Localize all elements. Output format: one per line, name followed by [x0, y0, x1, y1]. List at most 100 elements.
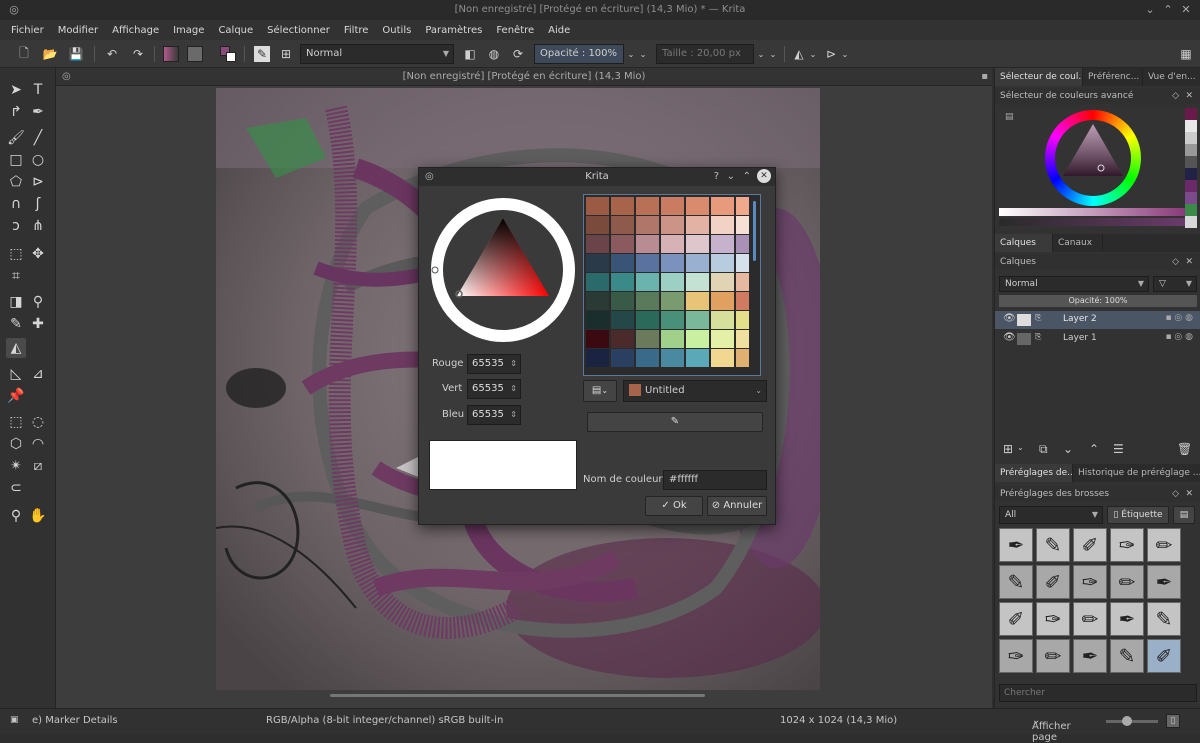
help-icon[interactable]: ?: [714, 168, 719, 186]
blend-mode-select[interactable]: Normal ▼: [300, 44, 454, 64]
document-tab[interactable]: ◎ [Non enregistré] [Protégé en écriture]…: [56, 68, 992, 86]
palette-swatch[interactable]: [636, 254, 659, 272]
brush-preset-tile[interactable]: ✏: [1147, 528, 1181, 562]
redo-icon[interactable]: ↷: [128, 44, 148, 64]
palette-swatch[interactable]: [636, 349, 659, 367]
preset-search-input[interactable]: Chercher: [999, 684, 1197, 702]
recent-color-swatch[interactable]: [1185, 144, 1197, 156]
brush-preset-tile[interactable]: ✒: [1147, 565, 1181, 599]
lightness-slider[interactable]: [999, 208, 1185, 216]
tab-overview[interactable]: Vue d'en...: [1143, 68, 1200, 86]
menu-filtre[interactable]: Filtre: [337, 25, 376, 36]
recent-color-swatch[interactable]: [1185, 156, 1197, 168]
colorize-mask-icon[interactable]: ✎: [6, 314, 26, 334]
gradient-swatch[interactable]: [162, 44, 180, 64]
red-input[interactable]: 65535 ⇕: [467, 354, 521, 374]
palette-swatch[interactable]: [736, 349, 749, 367]
brush-preset-tile[interactable]: ✎: [1110, 639, 1144, 673]
palette-swatch[interactable]: [611, 330, 634, 348]
palette-swatch[interactable]: [636, 292, 659, 310]
palette-swatch[interactable]: [736, 311, 749, 329]
freehand-brush-icon[interactable]: 🖌: [6, 128, 26, 148]
recent-color-swatch[interactable]: [1185, 132, 1197, 144]
presets-float-icon[interactable]: ◇: [1172, 486, 1179, 502]
text-tool-icon[interactable]: T: [28, 80, 48, 100]
bezier-tool-icon[interactable]: ∩: [6, 194, 26, 214]
brush-preset-tile[interactable]: ✐: [1036, 565, 1070, 599]
tab-channels[interactable]: Canaux: [1053, 234, 1103, 252]
size-slider[interactable]: Taille : 20,00 px: [656, 44, 754, 64]
mirror-horizontal-menu-icon[interactable]: ⌄: [808, 44, 818, 64]
layer-properties-icon[interactable]: ☰: [1113, 442, 1124, 456]
palette-swatch[interactable]: [586, 330, 609, 348]
brush-preset-icon[interactable]: ✎: [252, 44, 272, 64]
menu-fenetre[interactable]: Fenêtre: [489, 25, 541, 36]
menu-parametres[interactable]: Paramètres: [418, 25, 489, 36]
recent-color-swatch[interactable]: [1185, 180, 1197, 192]
canvas-horizontal-scrollbar[interactable]: [330, 694, 705, 697]
reference-tool-icon[interactable]: 📌: [6, 386, 26, 406]
brush-preset-tile[interactable]: ✑: [1110, 528, 1144, 562]
bezier-select-icon[interactable]: ⊂: [6, 478, 26, 498]
hue-ring[interactable]: [1045, 110, 1141, 206]
status-brush-icon[interactable]: ▣: [10, 715, 19, 725]
recent-color-swatch[interactable]: [1185, 192, 1197, 204]
palette-swatch[interactable]: [611, 254, 634, 272]
dialog-minimize-icon[interactable]: ⌄: [727, 168, 735, 186]
palette-swatch[interactable]: [611, 311, 634, 329]
pan-tool-icon[interactable]: ✋: [28, 506, 48, 526]
move-tool-icon[interactable]: ✥: [28, 244, 48, 264]
size-menu-icon[interactable]: ⌄: [768, 44, 778, 64]
calligraphy-icon[interactable]: ✒: [28, 102, 48, 122]
presets-view-icon[interactable]: ▤: [1173, 506, 1195, 524]
dialog-close-icon[interactable]: ✕: [757, 169, 771, 183]
zoom-mode-select[interactable]: Afficher page ⌄: [1032, 715, 1071, 743]
palette-swatch[interactable]: [686, 292, 709, 310]
ellipse-tool-icon[interactable]: ○: [28, 150, 48, 170]
brush-preset-tile[interactable]: ✎: [1147, 602, 1181, 636]
brush-preset-tile[interactable]: ✒: [1073, 639, 1107, 673]
pattern-swatch[interactable]: [186, 44, 204, 64]
open-icon[interactable]: 📂: [40, 44, 60, 64]
palette-swatch[interactable]: [686, 273, 709, 291]
palette-swatch[interactable]: [736, 216, 749, 234]
menu-affichage[interactable]: Affichage: [105, 25, 166, 36]
palette-swatch[interactable]: [586, 292, 609, 310]
duplicate-layer-icon[interactable]: ⧉: [1039, 442, 1048, 457]
float-docker-icon[interactable]: ◇: [1172, 88, 1179, 104]
palette-swatch[interactable]: [636, 235, 659, 253]
fill-tool-icon[interactable]: ◭: [6, 338, 26, 358]
palette-swatch[interactable]: [711, 235, 734, 253]
transform-tool-icon[interactable]: ⬚: [6, 244, 26, 264]
menu-modifier[interactable]: Modifier: [51, 25, 105, 36]
eyedropper-button[interactable]: ✎: [587, 412, 763, 432]
rectangle-tool-icon[interactable]: □: [6, 150, 26, 170]
palette-swatch[interactable]: [711, 216, 734, 234]
palette-swatch[interactable]: [661, 254, 684, 272]
palette-swatch[interactable]: [661, 216, 684, 234]
opacity-menu-icon[interactable]: ⌄: [638, 44, 648, 64]
palette-swatch[interactable]: [736, 254, 749, 272]
tag-button[interactable]: ▯ Étiquette: [1107, 506, 1169, 524]
palette-swatch[interactable]: [661, 273, 684, 291]
tab-preferences[interactable]: Préférenc...: [1083, 68, 1143, 86]
menu-fichier[interactable]: Fichier: [4, 25, 51, 36]
palette-list-button[interactable]: ▤⌄: [583, 380, 617, 402]
zoom-slider[interactable]: [1106, 716, 1158, 726]
palette-swatch[interactable]: [736, 197, 749, 215]
layers-close-icon[interactable]: ✕: [1185, 254, 1193, 270]
palette-scrollbar[interactable]: [753, 201, 756, 261]
crop-tool-icon[interactable]: ⌗: [6, 266, 26, 286]
palette-swatch[interactable]: [711, 311, 734, 329]
brush-preset-tile[interactable]: ✎: [1036, 528, 1070, 562]
move-layer-down-icon[interactable]: ⌄: [1063, 442, 1073, 456]
polyline-tool-icon[interactable]: ⊳: [28, 172, 48, 192]
palette-swatch[interactable]: [611, 273, 634, 291]
move-layer-up-icon[interactable]: ⌃: [1089, 442, 1099, 456]
polygon-tool-icon[interactable]: ⬠: [6, 172, 26, 192]
palette-swatch[interactable]: [636, 273, 659, 291]
alpha-lock-icon[interactable]: ◍: [484, 44, 504, 64]
ok-button[interactable]: ✓ Ok: [645, 496, 703, 516]
grid-options-icon[interactable]: ⊞: [276, 44, 296, 64]
menu-selectionner[interactable]: Sélectionner: [260, 25, 337, 36]
